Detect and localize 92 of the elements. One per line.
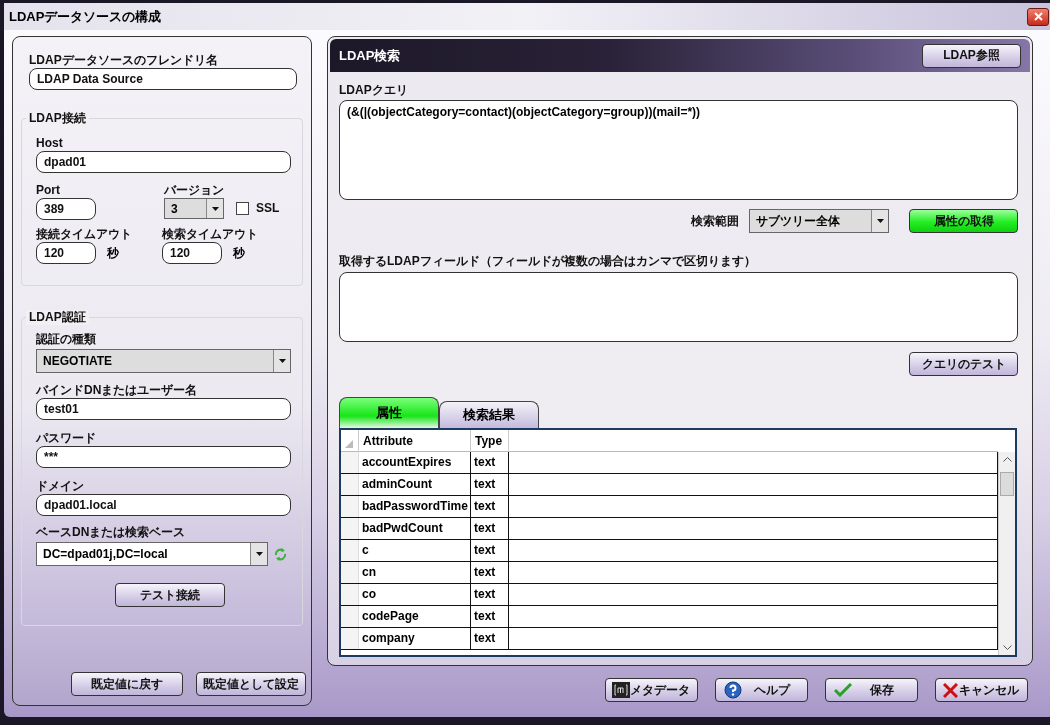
unit-label: 秒 (233, 245, 245, 262)
field-label: 検索範囲 (691, 213, 739, 229)
text-field[interactable]: 120 (36, 242, 96, 264)
field-label: 認証の種類 (36, 332, 97, 347)
field-label: バージョン (164, 183, 225, 198)
field-label: 接続タイムアウト (36, 227, 133, 242)
close-button[interactable] (1027, 7, 1049, 26)
table-cell: codePage (359, 606, 471, 627)
close-icon (943, 682, 958, 698)
table-cell: text (471, 628, 509, 649)
field-label: バインドDNまたはユーザー名 (36, 383, 199, 398)
text-field[interactable]: 389 (36, 198, 96, 220)
text-field[interactable]: dpad01 (36, 151, 291, 173)
field-label: LDAPデータソースのフレンドリ名 (29, 53, 219, 68)
scope-dropdown[interactable]: サブツリー全体 (749, 209, 889, 233)
text-field[interactable]: test01 (36, 398, 291, 420)
ssl-label: SSL (256, 200, 280, 213)
row-header[interactable] (341, 474, 359, 495)
set-default-button[interactable]: 既定値として設定 (196, 672, 306, 696)
table-cell: adminCount (359, 474, 471, 495)
scrollbar[interactable] (998, 452, 1015, 655)
unit-label: 秒 (107, 245, 119, 262)
field-label: Host (36, 136, 64, 151)
group-title: LDAP認証 (26, 310, 89, 325)
field-label: ベースDNまたは検索ベース (36, 525, 187, 540)
field-label: 取得するLDAPフィールド（フィールドが複数の場合はカンマで区切ります） (339, 254, 757, 269)
table-cell: text (471, 606, 509, 627)
reset-default-button[interactable]: 既定値に戻す (71, 672, 183, 696)
row-header[interactable] (341, 562, 359, 583)
get-attributes-button[interactable]: 属性の取得 (909, 209, 1018, 233)
row-header[interactable] (341, 628, 359, 649)
tab[interactable]: 検索結果 (439, 401, 539, 428)
row-header[interactable] (341, 518, 359, 539)
scrollbar-thumb[interactable] (1000, 472, 1014, 496)
tab[interactable]: 属性 (339, 397, 439, 428)
panel-title: LDAP検索 (339, 46, 401, 65)
chevron-down-icon[interactable] (1002, 645, 1012, 650)
text-field[interactable]: *** (36, 446, 291, 468)
query-textarea[interactable]: (&(|(objectCategory=contact)(objectCategory=group))(mail=*)) (339, 100, 1018, 200)
field-label: Port (36, 183, 61, 198)
table-cell: badPasswordTime (359, 496, 471, 517)
table-cell: text (471, 562, 509, 583)
test-connection-button[interactable]: テスト接続 (115, 583, 225, 607)
caret-icon[interactable] (255, 552, 263, 556)
table-cell: badPwdCount (359, 518, 471, 539)
row-header[interactable] (341, 584, 359, 605)
version-dropdown[interactable]: 3 (164, 198, 224, 219)
cancel-button[interactable]: キャンセル (935, 678, 1028, 702)
table-cell: co (359, 584, 471, 605)
table-cell: text (471, 540, 509, 561)
table-cell: cn (359, 562, 471, 583)
row-header[interactable] (341, 496, 359, 517)
metadata-icon (612, 682, 630, 698)
corner-icon (345, 440, 353, 448)
close-icon (1033, 12, 1043, 21)
text-field[interactable]: 120 (162, 242, 222, 264)
refresh-icon[interactable] (274, 547, 287, 561)
table-cell: text (471, 496, 509, 517)
row-header[interactable] (341, 606, 359, 627)
metadata-button[interactable]: メタデータ (605, 678, 698, 702)
auth-type-dropdown[interactable]: NEGOTIATE (36, 349, 291, 373)
ssl-checkbox[interactable] (236, 202, 249, 215)
table-cell: accountExpires (359, 452, 471, 473)
field-label: 検索タイムアウト (162, 227, 259, 242)
text-field[interactable]: dpad01.local (36, 494, 291, 516)
chevron-up-icon[interactable] (1002, 457, 1012, 462)
row-header[interactable] (341, 452, 359, 473)
fields-textarea[interactable] (339, 272, 1018, 342)
text-field[interactable]: LDAP Data Source (29, 68, 297, 90)
field-label: LDAPクエリ (339, 83, 409, 98)
check-icon (834, 683, 852, 697)
help-button[interactable]: ヘルプ (715, 678, 808, 702)
table-cell: text (471, 518, 509, 539)
row-header[interactable] (341, 540, 359, 561)
window-title: LDAPデータソースの構成 (9, 7, 162, 26)
table-cell: text (471, 584, 509, 605)
help-icon (724, 681, 742, 699)
table-cell: c (359, 540, 471, 561)
table-cell: text (471, 474, 509, 495)
ldap-browse-button[interactable]: LDAP参照 (922, 43, 1021, 68)
group-title: LDAP接続 (26, 111, 89, 126)
caret-icon[interactable] (211, 206, 219, 211)
column-header[interactable]: Type (471, 430, 509, 455)
caret-icon[interactable] (278, 359, 286, 363)
field-label: パスワード (36, 431, 97, 446)
test-query-button[interactable]: クエリのテスト (909, 352, 1018, 376)
field-label: ドメイン (36, 479, 85, 494)
caret-icon[interactable] (876, 219, 884, 223)
base-dn-dropdown[interactable]: DC=dpad01j,DC=local (36, 542, 268, 566)
table-cell: text (471, 452, 509, 473)
table-cell: company (359, 628, 471, 649)
save-button[interactable]: 保存 (825, 678, 918, 702)
